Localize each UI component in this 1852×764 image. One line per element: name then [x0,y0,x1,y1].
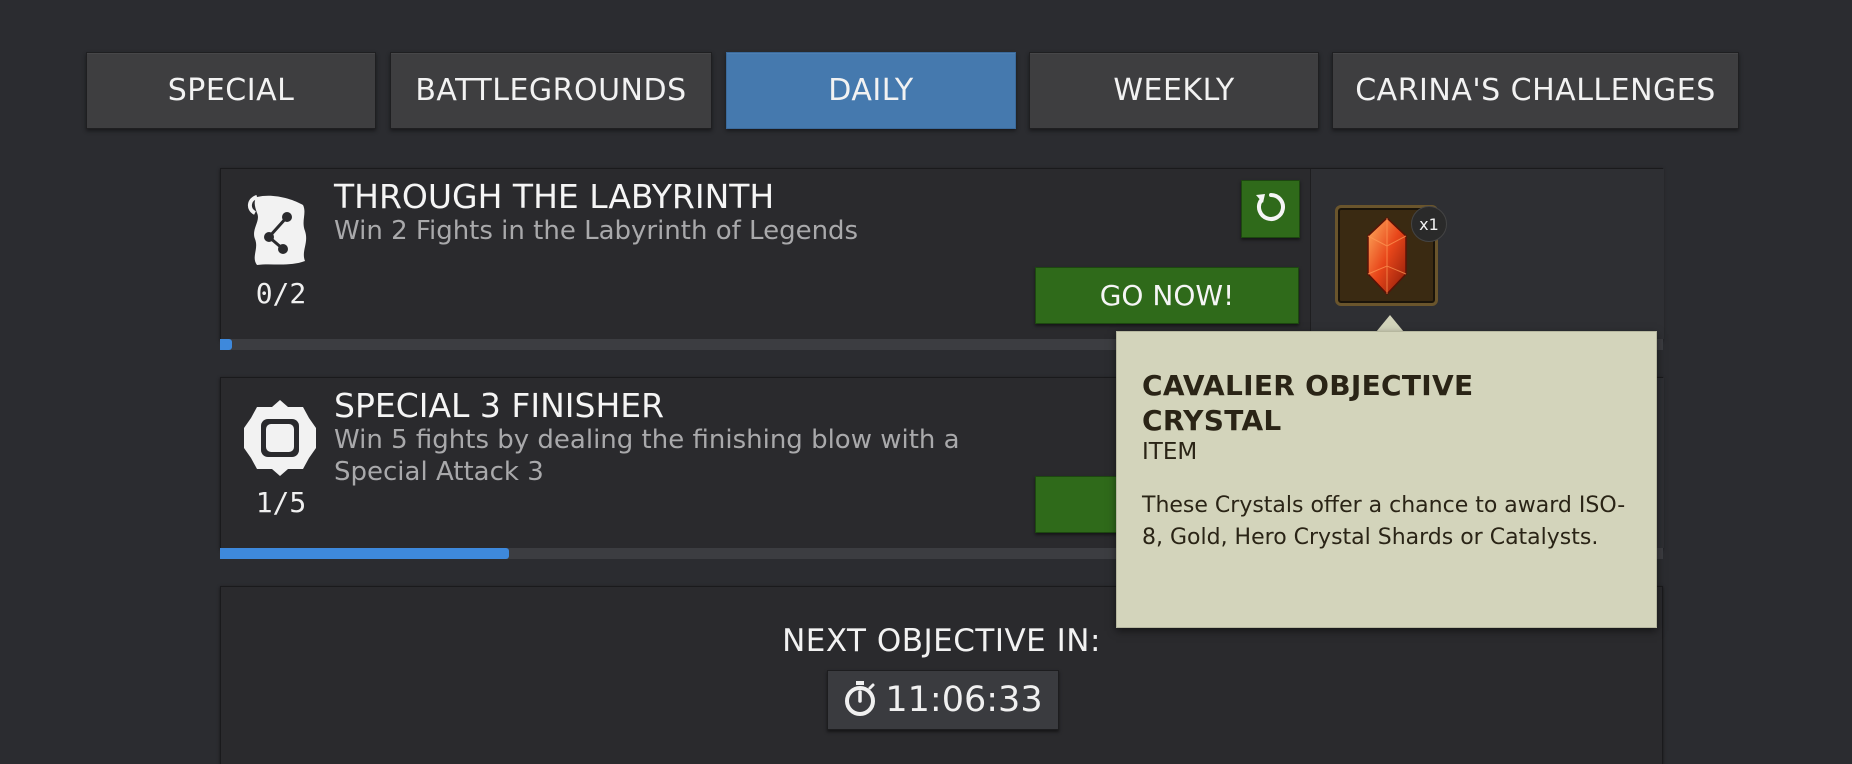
next-objective-heading: NEXT OBJECTIVE IN: [782,623,1101,659]
red-crystal-icon [1362,216,1412,300]
objective-progress-count: 0/2 [255,277,307,310]
tab-battlegrounds[interactable]: BATTLEGROUNDS [390,52,712,129]
objective-title: SPECIAL 3 FINISHER [334,386,665,425]
go-now-button[interactable]: GO NOW! [1035,267,1299,324]
scroll-map-icon [243,191,317,271]
tooltip-title: CAVALIER OBJECTIVE CRYSTAL [1142,369,1474,437]
objective-progress-fill [220,339,232,350]
countdown-value: 11:06:33 [885,680,1043,720]
tooltip-description: These Crystals offer a chance to award I… [1142,493,1626,550]
objective-title: THROUGH THE LABYRINTH [334,177,775,216]
tab-carinas-challenges[interactable]: CARINA'S CHALLENGES [1332,52,1739,129]
tooltip-pointer [1376,315,1404,332]
octagon-badge-icon [243,398,317,478]
stopwatch-icon [843,680,877,720]
reward-item-slot[interactable]: x1 [1335,205,1447,306]
reward-panel: x1 [1310,169,1664,339]
reward-quantity-badge: x1 [1411,206,1447,242]
objective-description: Win 2 Fights in the Labyrinth of Legends [334,216,859,246]
tab-daily[interactable]: DAILY [726,52,1016,129]
item-tooltip: CAVALIER OBJECTIVE CRYSTAL ITEM These Cr… [1116,331,1657,628]
countdown-timer: 11:06:33 [827,670,1059,730]
objective-progress-count: 1/5 [255,486,307,519]
objective-progress-fill [220,548,509,559]
objective-description: Win 5 fights by dealing the finishing bl… [334,425,960,487]
tooltip-item-type: ITEM [1142,439,1198,465]
refresh-button[interactable] [1241,180,1300,238]
tab-weekly[interactable]: WEEKLY [1029,52,1319,129]
refresh-icon [1255,191,1287,227]
tab-special[interactable]: SPECIAL [86,52,376,129]
objective-card-labyrinth: 0/2 THROUGH THE LABYRINTH Win 2 Fights i… [220,168,1664,350]
